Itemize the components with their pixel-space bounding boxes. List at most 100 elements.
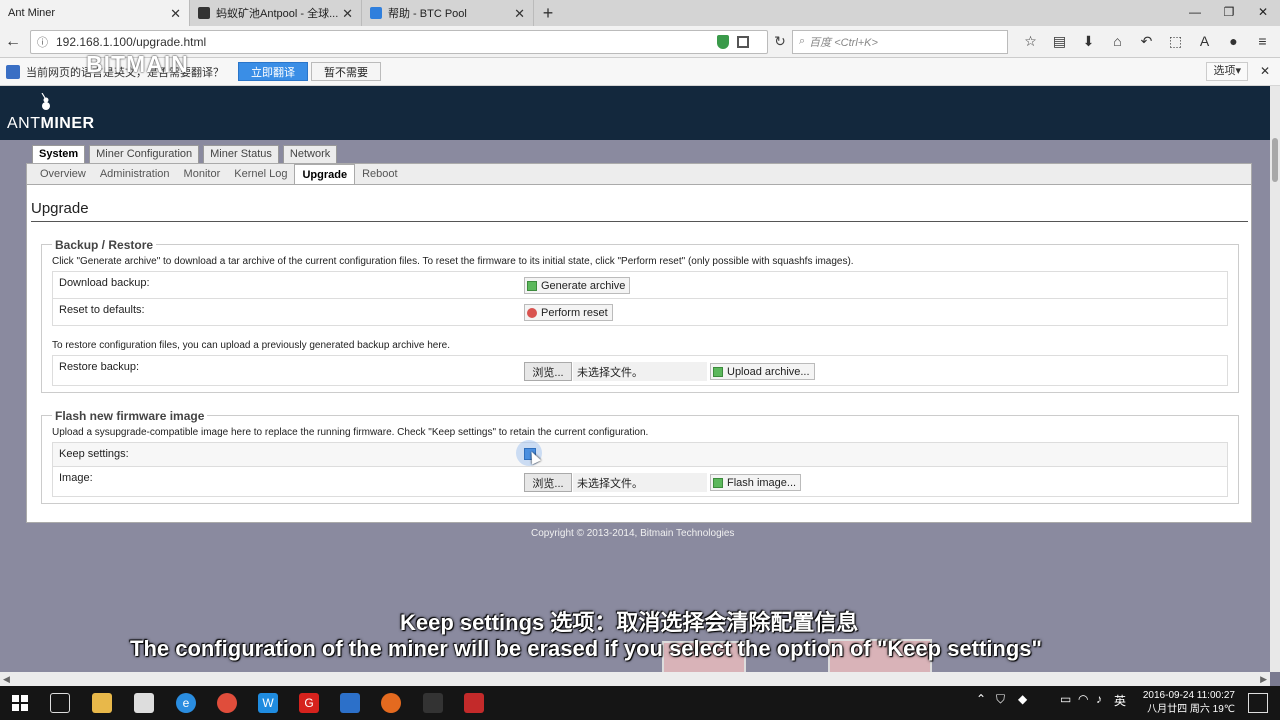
archive-icon bbox=[527, 280, 537, 291]
search-placeholder: 百度 <Ctrl+K> bbox=[809, 36, 878, 49]
antpool-icon bbox=[198, 7, 210, 19]
home-icon[interactable]: ⌂ bbox=[1103, 33, 1132, 50]
copyright-text: Copyright © 2013-2014, Bitmain Technolog… bbox=[531, 528, 735, 539]
translate-options-button[interactable]: 选项▾ bbox=[1206, 62, 1248, 81]
chrome-icon[interactable] bbox=[217, 693, 237, 713]
logo-suffix: MINER bbox=[40, 115, 95, 132]
tab-network[interactable]: Network bbox=[282, 145, 338, 163]
info-icon[interactable]: ⓘ bbox=[37, 34, 48, 50]
tab-system[interactable]: System bbox=[32, 145, 86, 163]
subtab-upgrade[interactable]: Upgrade bbox=[294, 164, 356, 184]
minimize-icon[interactable]: — bbox=[1178, 0, 1212, 24]
tray-wifi-icon[interactable]: ◠ bbox=[1078, 692, 1088, 706]
reset-defaults-label: Reset to defaults: bbox=[59, 304, 145, 316]
app-g-icon[interactable]: G bbox=[299, 693, 319, 713]
subtitle-english: The configuration of the miner will be e… bbox=[130, 636, 1042, 661]
browser-tab-bar: Ant Miner ✕ 蚂蚁矿池Antpool - 全球... ✕ 帮助 - B… bbox=[0, 0, 1280, 26]
tray-shield-icon[interactable]: ⛉ bbox=[996, 692, 1005, 707]
upload-archive-label: Upload archive... bbox=[727, 365, 810, 378]
image-browse-button[interactable]: 浏览... bbox=[524, 473, 572, 492]
scroll-left-icon[interactable]: ◀ bbox=[3, 674, 10, 685]
qr-code-icon[interactable] bbox=[737, 35, 749, 48]
wps-icon[interactable]: W bbox=[258, 693, 278, 713]
close-translate-icon[interactable]: ✕ bbox=[1260, 64, 1270, 78]
recorder-icon[interactable] bbox=[464, 693, 484, 713]
perform-reset-button[interactable]: Perform reset bbox=[524, 304, 613, 321]
subtab-reboot[interactable]: Reboot bbox=[355, 164, 404, 184]
window-controls: — ❐ ✕ bbox=[1178, 0, 1280, 24]
tab-ant-miner[interactable]: Ant Miner ✕ bbox=[0, 0, 190, 26]
app-header bbox=[0, 86, 1270, 140]
scroll-right-icon[interactable]: ▶ bbox=[1260, 674, 1267, 685]
star-icon[interactable]: ☆ bbox=[1016, 33, 1045, 50]
btcpool-icon bbox=[370, 7, 382, 19]
horizontal-scrollbar[interactable]: ◀ ▶ bbox=[0, 672, 1270, 686]
back-icon[interactable]: ← bbox=[0, 29, 26, 55]
flash-image-button[interactable]: Flash image... bbox=[710, 474, 802, 491]
terminal-icon[interactable] bbox=[423, 693, 443, 713]
subtab-kernel-log[interactable]: Kernel Log bbox=[227, 164, 294, 184]
tab-miner-configuration[interactable]: Miner Configuration bbox=[89, 145, 200, 163]
subtab-overview[interactable]: Overview bbox=[33, 164, 93, 184]
notification-center-icon[interactable] bbox=[1248, 693, 1268, 713]
tab-miner-status[interactable]: Miner Status bbox=[203, 145, 279, 163]
file-explorer-icon[interactable] bbox=[92, 693, 112, 713]
subtab-monitor[interactable]: Monitor bbox=[177, 164, 228, 184]
subtab-administration[interactable]: Administration bbox=[93, 164, 177, 184]
ie-icon[interactable]: e bbox=[176, 693, 196, 713]
shield-icon[interactable] bbox=[717, 34, 729, 49]
tray-network-icon[interactable]: ▭ bbox=[1060, 692, 1071, 706]
translate-icon[interactable]: A bbox=[1190, 33, 1219, 50]
restore-browse-button[interactable]: 浏览... bbox=[524, 362, 572, 381]
scrollbar-thumb[interactable] bbox=[1272, 138, 1278, 182]
tray-volume-icon[interactable]: ♪ bbox=[1096, 692, 1102, 706]
menu-icon[interactable]: ≡ bbox=[1248, 33, 1277, 50]
ime-indicator[interactable]: 英 bbox=[1114, 692, 1126, 709]
download-icon[interactable]: ⬇ bbox=[1074, 33, 1103, 50]
windows-start-icon[interactable] bbox=[10, 693, 30, 713]
remote-desktop-icon[interactable] bbox=[340, 693, 360, 713]
tab-antpool[interactable]: 蚂蚁矿池Antpool - 全球... ✕ bbox=[190, 0, 362, 26]
image-label: Image: bbox=[59, 472, 93, 484]
ant-logo-icon bbox=[41, 93, 50, 110]
tray-app-icon[interactable]: ◆ bbox=[1018, 692, 1027, 706]
no-translate-button[interactable]: 暂不需要 bbox=[311, 62, 381, 81]
reload-icon[interactable]: ↻ bbox=[768, 33, 792, 50]
screenshot-icon[interactable]: ⬚ bbox=[1161, 33, 1190, 50]
clock-date: 八月廿四 周六 19℃ bbox=[1147, 704, 1235, 715]
reading-list-icon[interactable]: ▤ bbox=[1045, 33, 1074, 50]
chat-icon[interactable]: ● bbox=[1219, 33, 1248, 50]
new-tab-button[interactable]: + bbox=[534, 0, 562, 26]
tray-up-arrow-icon[interactable]: ⌃ bbox=[976, 692, 986, 706]
restore-file-status: 未选择文件。 bbox=[573, 362, 707, 381]
close-tab-icon[interactable]: ✕ bbox=[342, 6, 353, 22]
address-bar[interactable]: ⓘ 192.168.1.100/upgrade.html bbox=[30, 29, 768, 54]
translate-now-button[interactable]: 立即翻译 bbox=[238, 62, 308, 81]
restore-icon[interactable]: ❐ bbox=[1212, 0, 1246, 24]
undo-icon[interactable]: ↶ bbox=[1132, 33, 1161, 50]
close-tab-icon[interactable]: ✕ bbox=[514, 6, 525, 22]
generate-archive-button[interactable]: Generate archive bbox=[524, 277, 631, 294]
close-window-icon[interactable]: ✕ bbox=[1246, 0, 1280, 24]
close-tab-icon[interactable]: ✕ bbox=[170, 6, 181, 22]
flash-description: Upload a sysupgrade-compatible image her… bbox=[52, 427, 649, 438]
tab-btcpool[interactable]: 帮助 - BTC Pool ✕ bbox=[362, 0, 534, 26]
translate-icon bbox=[6, 64, 20, 79]
download-backup-label: Download backup: bbox=[59, 277, 150, 289]
task-view-icon[interactable] bbox=[50, 693, 70, 713]
firefox-icon[interactable] bbox=[381, 693, 401, 713]
tab-title: 帮助 - BTC Pool bbox=[388, 8, 467, 20]
flash-icon bbox=[713, 477, 723, 488]
antminer-logo[interactable]: ANTMINER bbox=[7, 115, 95, 133]
restore-backup-label: Restore backup: bbox=[59, 361, 140, 373]
clock-time: 2016-09-24 11:00:27 bbox=[1142, 690, 1235, 701]
store-icon[interactable] bbox=[134, 693, 154, 713]
toolbar-icons: ☆ ▤ ⬇ ⌂ ↶ ⬚ A ● ≡ bbox=[1016, 33, 1277, 50]
image-file-status: 未选择文件。 bbox=[573, 473, 707, 492]
sub-tabs: Overview Administration Monitor Kernel L… bbox=[26, 163, 1252, 185]
url-text: 192.168.1.100/upgrade.html bbox=[56, 34, 207, 49]
taskbar-clock[interactable]: 2016-09-24 11:00:27 八月廿四 周六 19℃ bbox=[1133, 689, 1235, 717]
search-input[interactable]: ⌕ 百度 <Ctrl+K> bbox=[792, 29, 1008, 54]
backup-description: Click "Generate archive" to download a t… bbox=[52, 256, 854, 267]
upload-archive-button[interactable]: Upload archive... bbox=[710, 363, 815, 380]
